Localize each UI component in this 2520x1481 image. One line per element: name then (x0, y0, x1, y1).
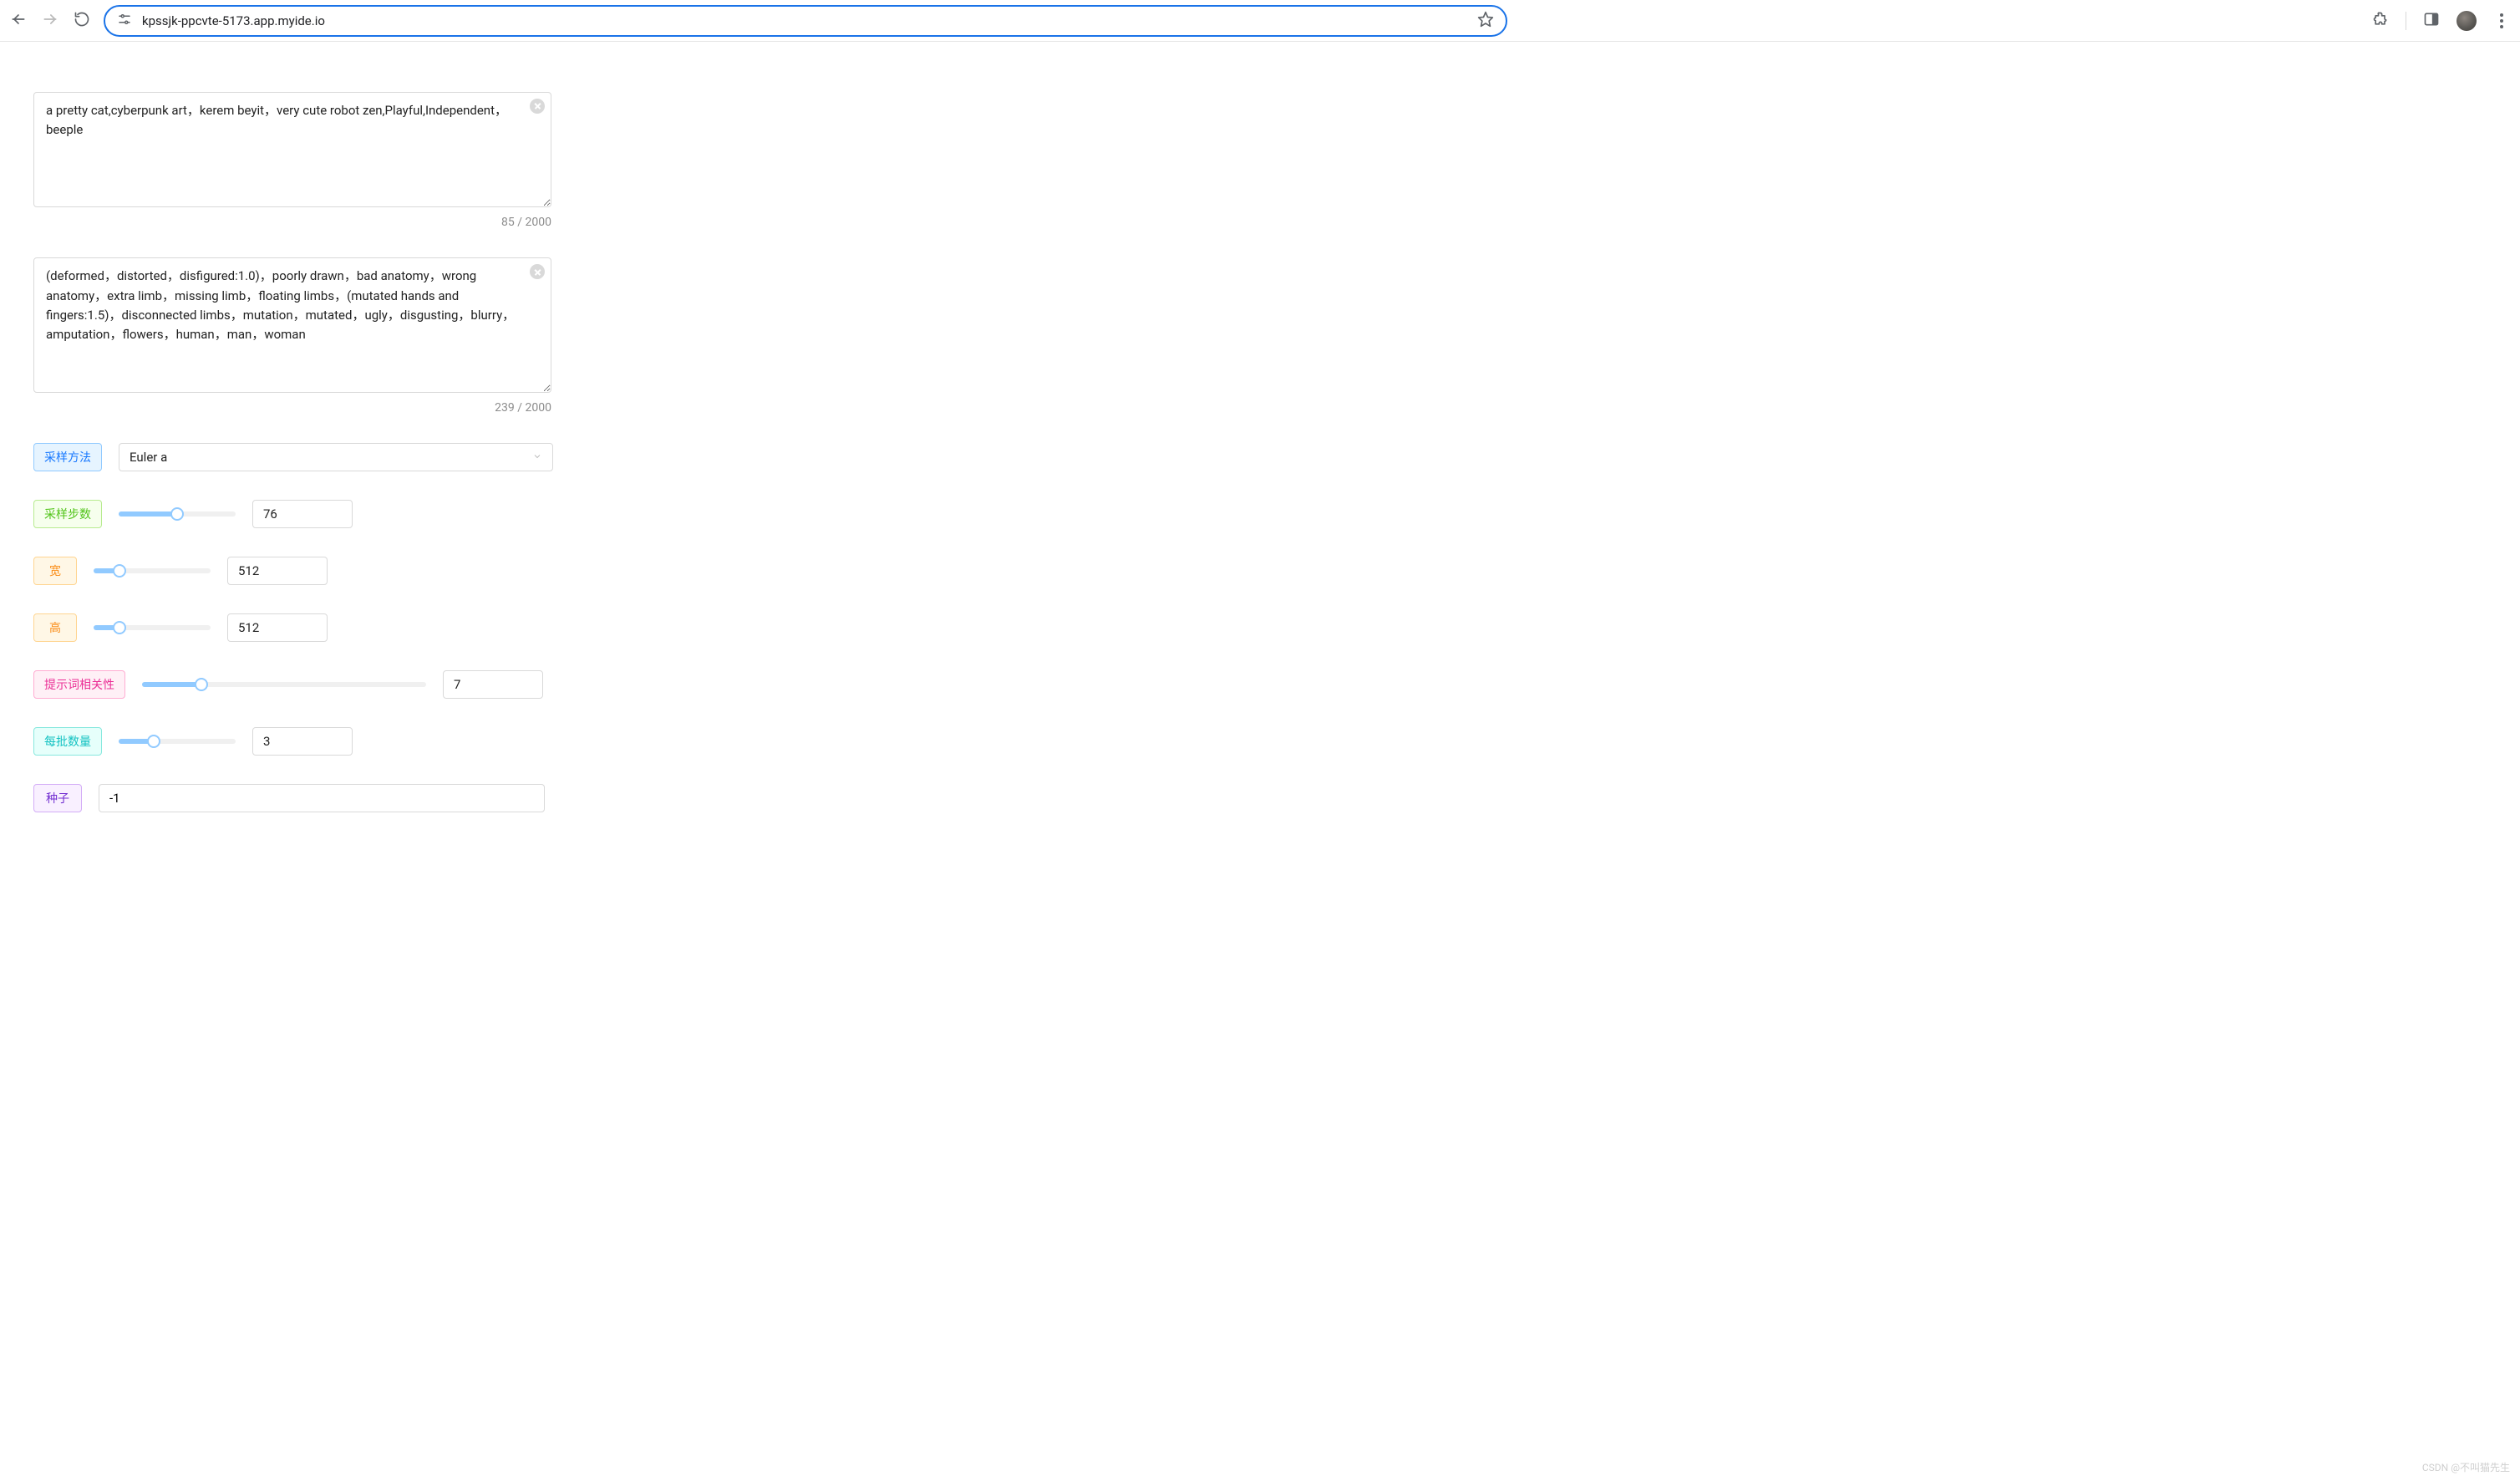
sampler-select-value: Euler a (130, 450, 167, 465)
negative-prompt-counter: 239 / 2000 (33, 401, 551, 415)
chevron-down-icon (532, 450, 542, 465)
height-slider[interactable] (94, 625, 211, 630)
width-input[interactable] (227, 557, 328, 585)
cfg-slider[interactable] (142, 682, 426, 687)
form-root: 85 / 2000 239 / 2000 采样方法 Euler a (0, 42, 2520, 846)
steps-label: 采样步数 (33, 500, 102, 528)
sampler-label: 采样方法 (33, 443, 102, 471)
nav-reload-button[interactable] (74, 11, 90, 31)
bookmark-star-icon[interactable] (1477, 11, 1494, 31)
steps-input[interactable] (252, 500, 353, 528)
steps-slider[interactable] (119, 511, 236, 517)
watermark-text: CSDN @不叫猫先生 (2422, 1460, 2510, 1474)
sampler-select[interactable]: Euler a (119, 443, 553, 471)
side-panel-icon[interactable] (2423, 11, 2440, 31)
browser-menu-button[interactable] (2493, 13, 2510, 28)
address-bar-url[interactable]: kpssjk-ppcvte-5173.app.myide.io (142, 13, 1467, 28)
width-slider[interactable] (94, 568, 211, 573)
extensions-icon[interactable] (2372, 11, 2389, 31)
width-label: 宽 (33, 557, 77, 585)
cfg-label: 提示词相关性 (33, 670, 125, 699)
address-bar[interactable]: kpssjk-ppcvte-5173.app.myide.io (104, 5, 1507, 37)
profile-avatar[interactable] (2456, 11, 2477, 31)
nav-back-button[interactable] (10, 11, 27, 31)
clear-prompt-icon[interactable] (530, 99, 545, 114)
browser-toolbar: kpssjk-ppcvte-5173.app.myide.io (0, 0, 2520, 42)
batch-label: 每批数量 (33, 727, 102, 756)
prompt-textarea[interactable] (33, 92, 551, 207)
batch-input[interactable] (252, 727, 353, 756)
cfg-input[interactable] (443, 670, 543, 699)
site-settings-icon[interactable] (117, 12, 132, 30)
height-input[interactable] (227, 613, 328, 642)
nav-forward-button[interactable] (42, 11, 58, 31)
prompt-counter: 85 / 2000 (33, 216, 551, 229)
batch-slider[interactable] (119, 739, 236, 744)
seed-input[interactable] (99, 784, 545, 812)
height-label: 高 (33, 613, 77, 642)
negative-prompt-textarea[interactable] (33, 257, 551, 393)
seed-label: 种子 (33, 784, 82, 812)
